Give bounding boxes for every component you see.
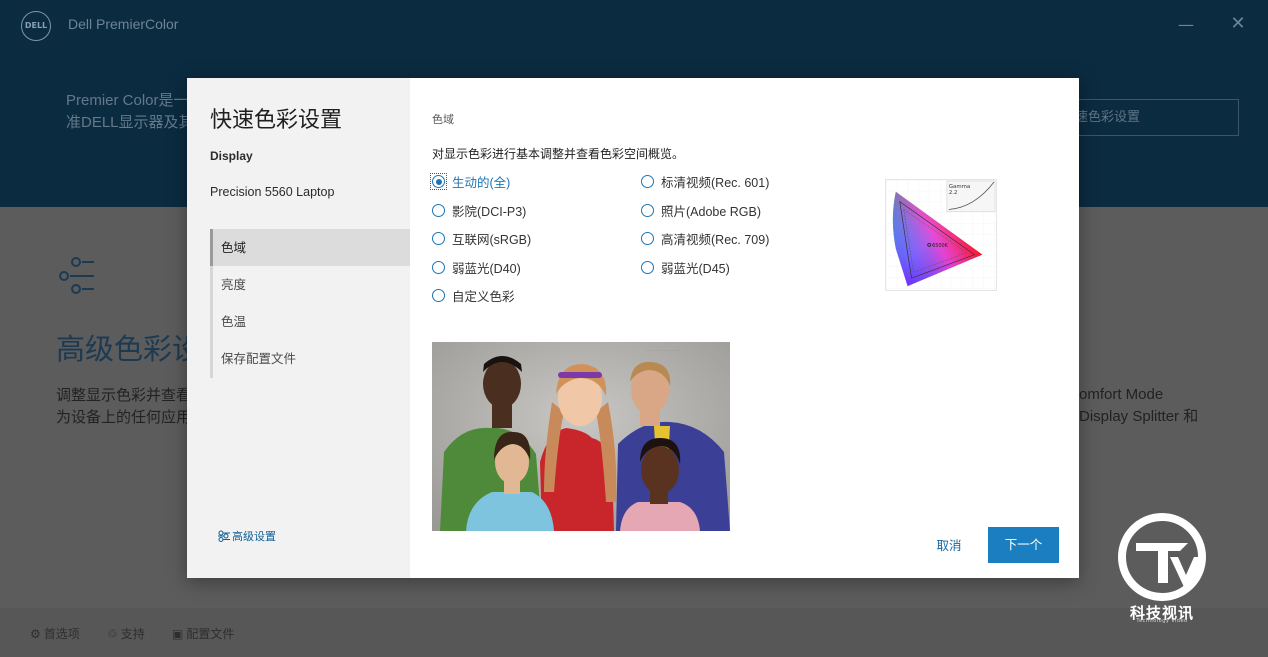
header-desc-line1: Premier Color是一: [66, 92, 189, 109]
radio-label: 自定义色彩: [452, 290, 515, 304]
advanced-settings-link[interactable]: 高级设置: [218, 528, 276, 544]
radio-custom-color[interactable]: 自定义色彩: [432, 286, 515, 305]
radio-cinema-dci-p3[interactable]: 影院(DCI-P3): [432, 201, 526, 220]
radio-button[interactable]: [432, 204, 445, 217]
radio-low-blue-d40[interactable]: 弱蓝光(D40): [432, 258, 521, 277]
adv-desc-line1: 调整显示色彩并查看: [56, 386, 192, 404]
advanced-settings-label: 高级设置: [232, 530, 276, 543]
footer-preferences[interactable]: ⚙ 首选项: [30, 625, 80, 642]
gear-icon: ⚙: [30, 626, 41, 641]
display-label: Display: [210, 149, 253, 163]
sliders-icon: [59, 257, 94, 294]
dell-logo: DELL: [21, 11, 51, 41]
right-desc-line2: Display Splitter 和: [1079, 408, 1199, 425]
sample-photo: · · · · · · · · · · · · · ·: [432, 342, 730, 531]
minimize-icon[interactable]: —: [1176, 17, 1196, 33]
footer-profiles[interactable]: ▣ 配置文件: [172, 625, 234, 642]
radio-label: 照片(Adobe RGB): [661, 205, 762, 219]
footer-label: 支持: [120, 627, 145, 641]
radio-label: 高清视频(Rec. 709): [661, 233, 770, 247]
header-description: Premier Color是一 准DELL显示器及其: [66, 90, 206, 134]
radio-photo-adobe-rgb[interactable]: 照片(Adobe RGB): [641, 201, 761, 220]
radio-vivid[interactable]: 生动的(全): [430, 172, 511, 191]
radio-label: 标清视频(Rec. 601): [661, 176, 770, 190]
dialog-content: 色域 对显示色彩进行基本调整并查看色彩空间概览。 生动的(全) 标清视频(Rec…: [410, 78, 1079, 578]
radio-label: 生动的(全): [452, 176, 511, 190]
radio-label: 互联网(sRGB): [452, 233, 532, 247]
radio-label: 影院(DCI-P3): [452, 205, 527, 219]
cancel-button[interactable]: 取消: [930, 537, 968, 555]
display-name: Precision 5560 Laptop: [210, 185, 335, 199]
radio-button[interactable]: [432, 232, 445, 245]
close-icon[interactable]: ✕: [1228, 14, 1248, 34]
radio-button[interactable]: [432, 175, 445, 188]
radio-label: 弱蓝光(D45): [661, 262, 730, 276]
profile-icon: ▣: [172, 626, 184, 641]
radio-low-blue-d45[interactable]: 弱蓝光(D45): [641, 258, 730, 277]
radio-button[interactable]: [641, 261, 654, 274]
footer-label: 配置文件: [186, 627, 235, 641]
radio-button[interactable]: [641, 232, 654, 245]
step-color-temperature[interactable]: 色温: [210, 303, 410, 340]
radio-button[interactable]: [432, 289, 445, 302]
section-label: 色域: [432, 113, 454, 126]
right-desc-line1: omfort Mode: [1079, 386, 1164, 403]
svg-text:· · · · · · · · · · · · · ·: · · · · · · · · · · · · · ·: [646, 348, 680, 353]
watermark-subtitle: Technology video: [1136, 618, 1188, 624]
app-title: Dell PremierColor: [68, 16, 179, 32]
feature-description: omfort Mode Display Splitter 和: [1079, 384, 1239, 428]
step-gamut[interactable]: 色域: [210, 229, 410, 266]
next-button[interactable]: 下一个: [988, 527, 1059, 563]
advanced-color-description: 调整显示色彩并查看 为设备上的任何应用: [56, 384, 196, 428]
quick-color-settings-dialog: 快速色彩设置 Display Precision 5560 Laptop 色域 …: [187, 78, 1079, 578]
radio-button[interactable]: [641, 175, 654, 188]
radio-button[interactable]: [432, 261, 445, 274]
radio-hd-video-rec709[interactable]: 高清视频(Rec. 709): [641, 229, 769, 248]
dialog-title: 快速色彩设置: [210, 108, 343, 133]
footer-support[interactable]: ♲ 支持: [107, 625, 145, 642]
settings-sliders-icon: [218, 530, 230, 542]
section-description: 对显示色彩进行基本调整并查看色彩空间概览。: [432, 147, 685, 161]
radio-internet-srgb[interactable]: 互联网(sRGB): [432, 229, 531, 248]
header-desc-line2: 准DELL显示器及其: [66, 114, 194, 131]
footer-label: 首选项: [43, 627, 80, 641]
radio-label: 弱蓝光(D40): [452, 262, 521, 276]
radio-button[interactable]: [641, 204, 654, 217]
radio-sd-video-rec601[interactable]: 标清视频(Rec. 601): [641, 172, 769, 191]
step-save-profile[interactable]: 保存配置文件: [210, 340, 410, 377]
dialog-sidebar: 快速色彩设置 Display Precision 5560 Laptop 色域 …: [187, 78, 410, 578]
support-icon: ♲: [107, 626, 118, 641]
adv-desc-line2: 为设备上的任何应用: [56, 408, 192, 426]
step-brightness[interactable]: 亮度: [210, 266, 410, 303]
whitepoint-label: 6500K: [932, 243, 948, 249]
advanced-color-title: 高级色彩设: [56, 332, 196, 366]
color-gamut-diagram: 6500K Gamma 2.2: [885, 179, 997, 291]
gamma-value: 2.2: [949, 190, 958, 196]
